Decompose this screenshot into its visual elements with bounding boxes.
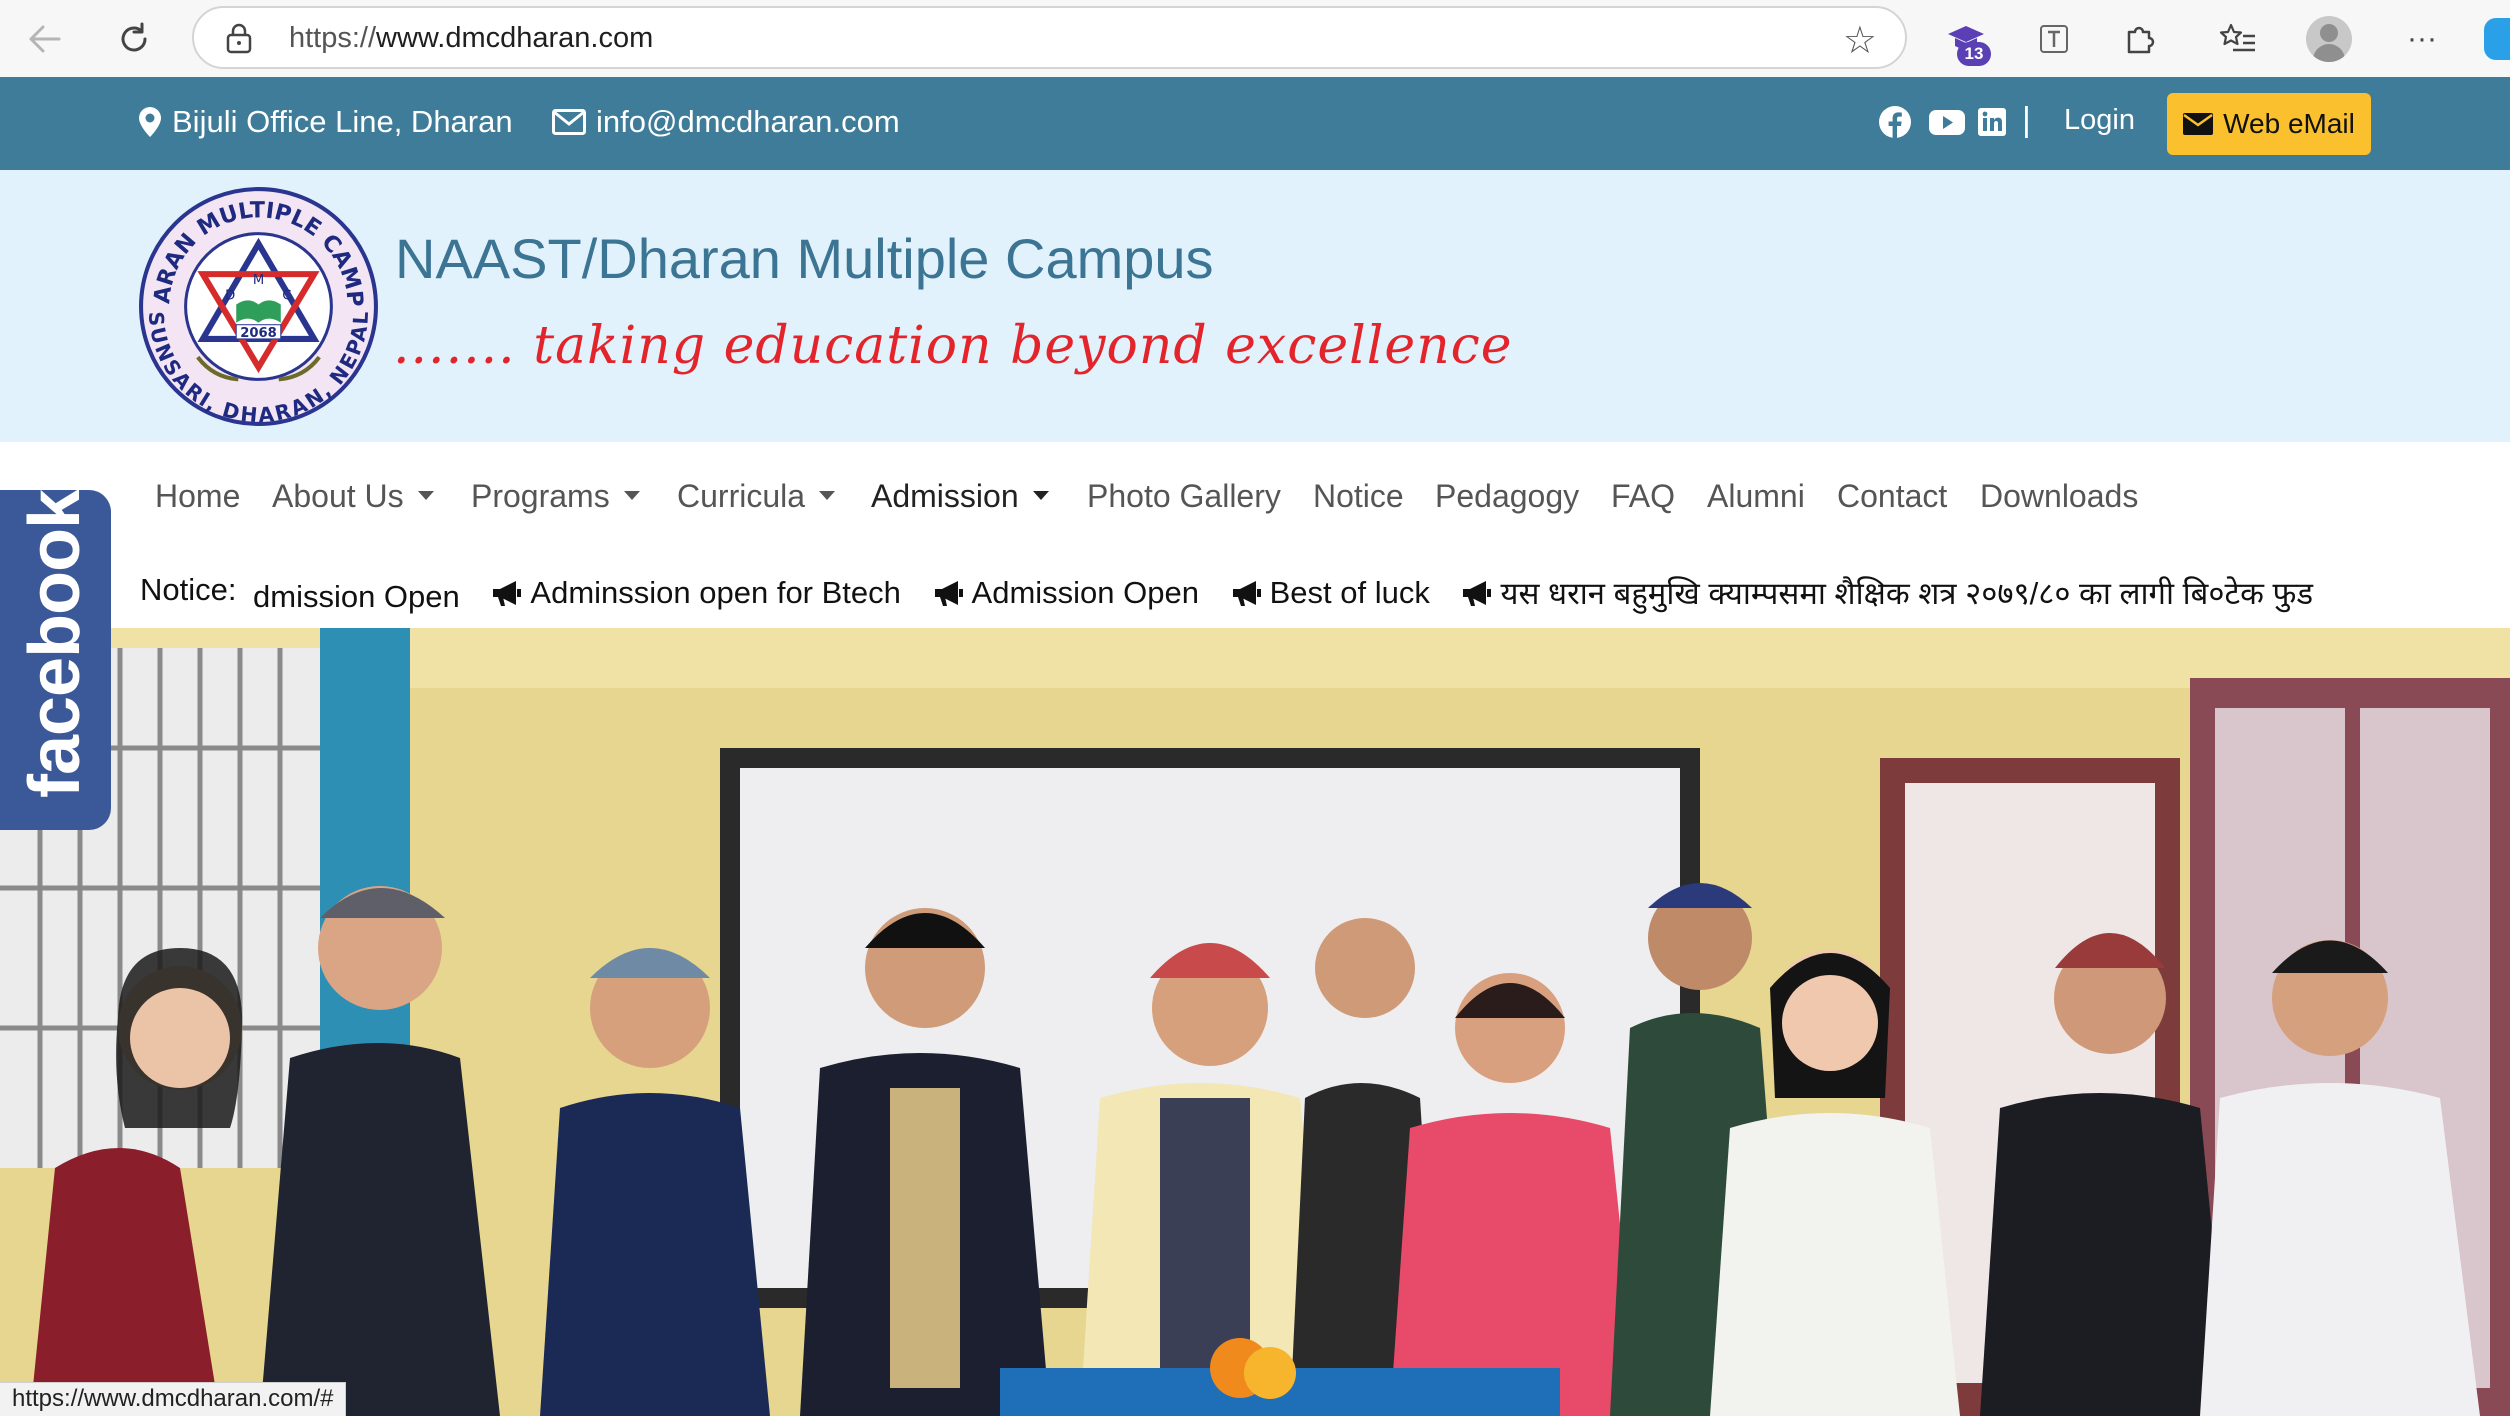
logo-letter-c: C	[282, 288, 291, 303]
nav-notice[interactable]: Notice	[1313, 478, 1404, 515]
notice-item-text: dmission Open	[253, 579, 460, 614]
site-tagline: ....... taking education beyond excellen…	[393, 316, 1513, 376]
notice-item[interactable]: Adminssion open for Btech	[490, 575, 901, 611]
logo-year: 2068	[240, 326, 277, 341]
nav-admission-label: Admission	[871, 478, 1019, 514]
nav-downloads[interactable]: Downloads	[1980, 478, 2138, 515]
notice-item-text: Admission Open	[971, 575, 1199, 610]
notice-item[interactable]: dmission Open	[253, 579, 460, 615]
web-email-button[interactable]: Web eMail	[2167, 93, 2371, 155]
extensions-puzzle-icon[interactable]	[2115, 14, 2165, 64]
youtube-icon[interactable]	[1928, 105, 1966, 139]
facebook-tab-label: facebook	[15, 490, 95, 798]
back-arrow-icon[interactable]	[20, 14, 70, 64]
address-info: Bijuli Office Line, Dharan	[138, 104, 513, 140]
nav-photo-gallery[interactable]: Photo Gallery	[1087, 478, 1281, 515]
address-text: Bijuli Office Line, Dharan	[172, 104, 513, 139]
notice-ticker: dmission Open Adminssion open for Btech …	[253, 572, 2483, 616]
megaphone-icon	[1463, 581, 1492, 606]
hero-slider-image[interactable]	[0, 628, 2510, 1416]
megaphone-icon	[934, 581, 963, 606]
nav-curricula-label: Curricula	[677, 478, 806, 514]
site-title[interactable]: NAAST/Dharan Multiple Campus	[395, 226, 1214, 291]
notice-item[interactable]: Best of luck	[1230, 575, 1430, 611]
link-status-bar: https://www.dmcdharan.com/#	[0, 1382, 347, 1416]
extension-badge: 13	[1957, 42, 1991, 66]
envelope-icon	[2183, 113, 2214, 135]
linkedin-icon[interactable]	[1977, 105, 2007, 139]
chevron-down-icon	[1032, 491, 1049, 501]
envelope-icon	[552, 109, 586, 135]
facebook-icon[interactable]	[1878, 105, 1912, 139]
nav-admission[interactable]: Admission	[871, 478, 1049, 515]
nav-faq[interactable]: FAQ	[1611, 478, 1675, 515]
nav-contact[interactable]: Contact	[1837, 478, 1947, 515]
read-aloud-icon[interactable]	[2029, 14, 2079, 64]
copilot-icon[interactable]	[2484, 18, 2510, 60]
logo-letter-d: D	[225, 288, 235, 303]
refresh-icon[interactable]	[109, 14, 159, 64]
email-info[interactable]: info@dmcdharan.com	[552, 104, 900, 140]
notice-item-text: Best of luck	[1269, 575, 1430, 610]
favorites-list-icon[interactable]	[2213, 14, 2263, 64]
favorite-star-icon[interactable]: ☆	[1843, 18, 1877, 63]
email-text[interactable]: info@dmcdharan.com	[596, 104, 900, 140]
notice-ticker-bar: Notice: dmission Open Adminssion open fo…	[110, 556, 2510, 628]
notice-item-text: यस धरान बहुमुखि क्याम्पसमा शैक्षिक शत्र …	[1500, 576, 2314, 611]
group-photo	[0, 628, 2510, 1416]
nav-alumni[interactable]: Alumni	[1707, 478, 1805, 515]
nav-about-us-label: About Us	[272, 478, 404, 514]
megaphone-icon	[1232, 581, 1261, 606]
top-info-bar: Bijuli Office Line, Dharan info@dmcdhara…	[0, 77, 2510, 170]
nav-home[interactable]: Home	[155, 478, 240, 515]
notice-item[interactable]: यस धरान बहुमुखि क्याम्पसमा शैक्षिक शत्र …	[1460, 572, 2313, 614]
topbar-separator: |	[2022, 101, 2031, 139]
nav-curricula[interactable]: Curricula	[677, 478, 836, 515]
notice-item[interactable]: Admission Open	[932, 575, 1199, 611]
notice-item-text: Adminssion open for Btech	[530, 575, 901, 610]
chevron-down-icon	[623, 491, 640, 501]
more-menu-icon[interactable]: ···	[2397, 14, 2447, 64]
logo-letter-m: M	[253, 273, 264, 288]
web-email-label: Web eMail	[2223, 108, 2355, 139]
nav-about-us[interactable]: About Us	[272, 478, 434, 515]
url-text[interactable]: https://www.dmcdharan.com	[289, 22, 653, 55]
url-host: www.dmcdharan.com	[376, 22, 654, 54]
url-scheme: https://	[289, 22, 377, 54]
chevron-down-icon	[417, 491, 434, 501]
notice-label: Notice:	[140, 572, 237, 607]
nav-pedagogy[interactable]: Pedagogy	[1435, 478, 1579, 515]
address-bar[interactable]: https://www.dmcdharan.com ☆	[192, 6, 1907, 69]
facebook-side-tab[interactable]: facebook	[0, 490, 111, 830]
profile-avatar[interactable]	[2306, 16, 2352, 62]
map-marker-icon	[139, 107, 161, 137]
nav-programs[interactable]: Programs	[471, 478, 640, 515]
login-link[interactable]: Login	[2064, 104, 2135, 137]
lock-icon[interactable]	[224, 22, 254, 54]
chevron-down-icon	[819, 491, 836, 501]
browser-toolbar: https://www.dmcdharan.com ☆ 13 ···	[0, 0, 2510, 77]
megaphone-icon	[493, 581, 522, 606]
campus-logo[interactable]: DHARAN MULTIPLE CAMPUS SUNSARI, DHARAN, …	[137, 185, 380, 428]
nav-programs-label: Programs	[471, 478, 610, 514]
main-navigation: Home About Us Programs Curricula Admissi…	[0, 442, 2510, 556]
